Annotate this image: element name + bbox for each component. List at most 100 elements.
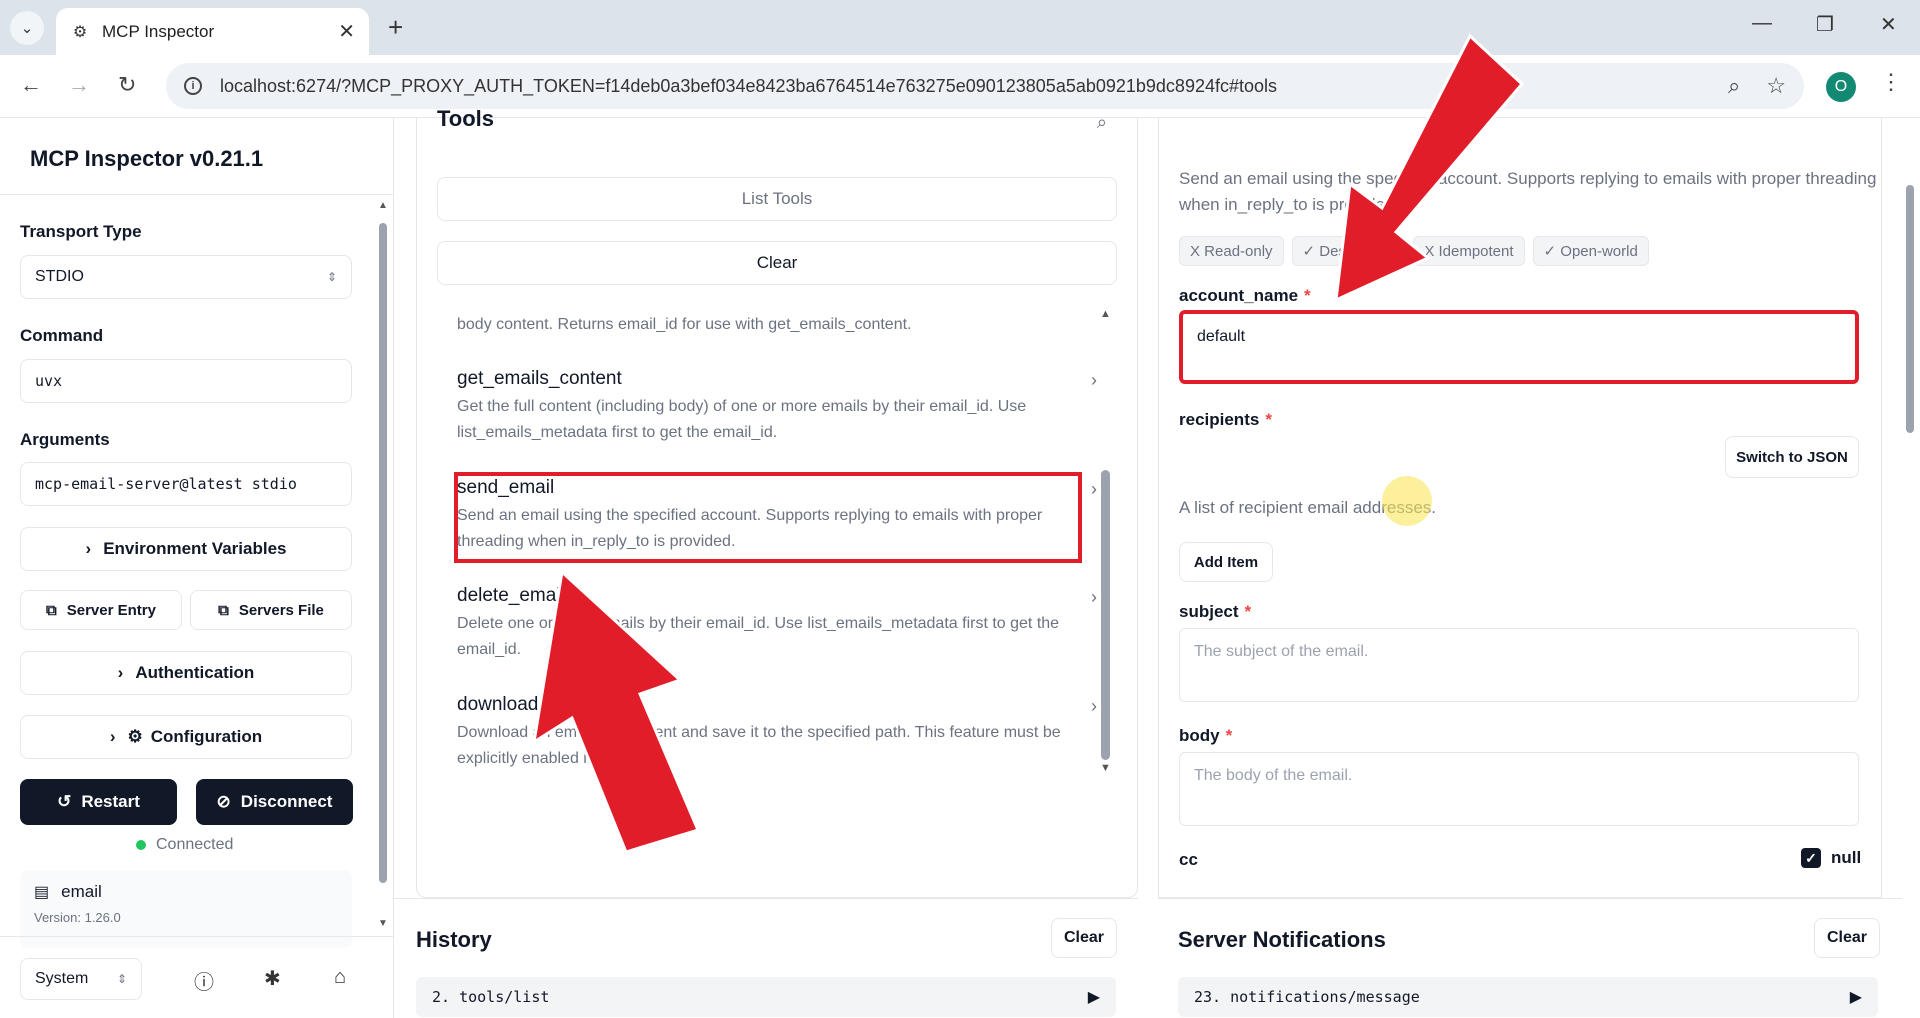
- tool-form-panel: Send an email using the specified accoun…: [1158, 118, 1882, 898]
- cc-label: cc: [1179, 850, 1198, 869]
- browser-tab[interactable]: ⚙ MCP Inspector ✕: [56, 8, 369, 55]
- back-icon[interactable]: ←: [20, 72, 42, 98]
- restart-button[interactable]: ↺ Restart: [20, 779, 177, 825]
- new-tab-icon[interactable]: +: [388, 12, 403, 43]
- notification-row[interactable]: 23. notifications/message ▶: [1178, 977, 1878, 1017]
- transport-type-select[interactable]: STDIO ⇕: [20, 255, 352, 299]
- tool-desc: Get the full content (including body) of…: [457, 398, 1027, 441]
- list-tools-button[interactable]: List Tools: [437, 177, 1117, 221]
- account-name-label: account_name *: [1179, 286, 1311, 305]
- notification-row-text: 23. notifications/message: [1194, 988, 1420, 1006]
- sidebar-divider: [0, 194, 394, 195]
- minimize-icon[interactable]: —: [1752, 12, 1772, 35]
- forward-icon[interactable]: →: [68, 72, 90, 98]
- scroll-up-icon[interactable]: ▲: [1100, 308, 1111, 320]
- github-icon[interactable]: ⌂: [334, 966, 346, 989]
- browser-tabbar: ⌄ ⚙ MCP Inspector ✕ + — ❐ ✕: [0, 0, 1920, 55]
- cc-null-checkbox[interactable]: ✓ null: [1801, 848, 1861, 868]
- window-close-icon[interactable]: ✕: [1880, 12, 1897, 37]
- transport-type-value: STDIO: [35, 268, 84, 285]
- tool-name: get_emails_content: [457, 368, 622, 389]
- copy-icon: ⧉: [218, 601, 229, 619]
- mcp-favicon-icon: ⚙: [72, 23, 88, 41]
- sidebar-bottom-divider: [0, 936, 394, 937]
- server-entry-button[interactable]: ⧉ Server Entry: [20, 590, 182, 630]
- sidebar-scrollbar[interactable]: [379, 203, 387, 1003]
- select-chevron-icon: ⇕: [326, 270, 337, 284]
- copy-icon: ⧉: [46, 601, 57, 619]
- profile-avatar[interactable]: O: [1826, 72, 1856, 102]
- authentication-label: Authentication: [135, 663, 255, 682]
- history-clear-button[interactable]: Clear: [1051, 918, 1117, 958]
- tool-item-download-attachment[interactable]: download_attachment Download an email at…: [457, 694, 1097, 772]
- chevron-right-icon: ›: [85, 539, 92, 558]
- subject-textarea[interactable]: The subject of the email.: [1179, 628, 1859, 702]
- chevron-right-icon: ›: [109, 727, 116, 746]
- bug-icon[interactable]: ✱: [264, 966, 281, 991]
- bookmark-star-icon[interactable]: ☆: [1766, 73, 1786, 99]
- reload-icon[interactable]: ↻: [118, 72, 136, 98]
- play-icon[interactable]: ▶: [1088, 987, 1100, 1007]
- badge-idempotent: X Idempotent: [1413, 236, 1525, 266]
- tools-scrollbar[interactable]: [1101, 470, 1110, 760]
- zoom-icon[interactable]: ⌕: [1728, 73, 1740, 99]
- chevron-right-icon: ›: [1091, 479, 1097, 499]
- tool-description: Send an email using the specified accoun…: [1179, 169, 1877, 214]
- server-entry-label: Server Entry: [66, 601, 156, 619]
- command-input[interactable]: uvx: [20, 359, 352, 403]
- chevron-right-icon: ›: [117, 663, 124, 682]
- transport-type-label: Transport Type: [20, 222, 142, 241]
- history-title: History: [416, 927, 492, 952]
- theme-select[interactable]: System ⇕: [20, 958, 142, 1000]
- help-icon[interactable]: ⓘ: [194, 966, 214, 995]
- tool-name: download_attachment: [457, 694, 643, 715]
- scroll-down-icon[interactable]: ▼: [1100, 762, 1111, 774]
- chevron-right-icon: ›: [1091, 696, 1097, 716]
- restore-icon[interactable]: ❐: [1816, 12, 1834, 37]
- body-textarea[interactable]: The body of the email.: [1179, 752, 1859, 826]
- play-icon[interactable]: ▶: [1850, 987, 1862, 1007]
- connection-status: Connected: [136, 836, 233, 854]
- environment-variables-toggle[interactable]: › Environment Variables: [20, 527, 352, 571]
- tool-item-get-emails-content[interactable]: get_emails_content Get the full content …: [457, 368, 1097, 446]
- add-item-button[interactable]: Add Item: [1179, 542, 1273, 582]
- server-version: Version: 1.26.0: [34, 910, 121, 925]
- url-omnibox[interactable]: i localhost:6274/?MCP_PROXY_AUTH_TOKEN=f…: [166, 63, 1804, 109]
- account-name-input[interactable]: default: [1179, 310, 1859, 384]
- tool-name: delete_emails: [457, 585, 575, 606]
- clear-tools-button[interactable]: Clear: [437, 241, 1117, 285]
- servers-file-button[interactable]: ⧉ Servers File: [190, 590, 352, 630]
- app-title: MCP Inspector v0.21.1: [30, 146, 264, 171]
- browser-menu-icon[interactable]: ⋮: [1880, 69, 1902, 95]
- status-dot: [136, 840, 146, 850]
- unplug-icon: ⊘: [216, 792, 231, 811]
- scroll-down-icon[interactable]: ▼: [378, 918, 388, 929]
- arguments-label: Arguments: [20, 430, 110, 449]
- tab-search-chevron-icon[interactable]: ⌄: [10, 11, 44, 45]
- site-info-icon[interactable]: i: [184, 77, 202, 95]
- tool-desc: Delete one or more emails by their email…: [457, 615, 1060, 658]
- authentication-toggle[interactable]: › Authentication: [20, 651, 352, 695]
- url-text[interactable]: localhost:6274/?MCP_PROXY_AUTH_TOKEN=f14…: [220, 76, 1702, 97]
- gear-icon: ⚙: [127, 727, 143, 746]
- notifications-title: Server Notifications: [1178, 927, 1386, 952]
- body-label: body *: [1179, 726, 1233, 745]
- switch-to-json-button[interactable]: Switch to JSON: [1725, 436, 1859, 478]
- tool-item-truncated[interactable]: body content. Returns email_id for use w…: [457, 308, 1077, 338]
- recipients-label: recipients *: [1179, 410, 1272, 429]
- server-name: email: [61, 882, 102, 901]
- command-label: Command: [20, 326, 104, 345]
- tab-close-icon[interactable]: ✕: [338, 19, 355, 44]
- notifications-clear-button[interactable]: Clear: [1814, 918, 1880, 958]
- configuration-toggle[interactable]: › ⚙ Configuration: [20, 715, 352, 759]
- disconnect-button[interactable]: ⊘ Disconnect: [196, 779, 353, 825]
- arguments-input[interactable]: mcp-email-server@latest stdio: [20, 462, 352, 506]
- form-scrollbar[interactable]: [1906, 185, 1914, 433]
- tool-item-delete-emails[interactable]: delete_emails Delete one or more emails …: [457, 585, 1097, 663]
- search-icon[interactable]: ⌕: [1097, 112, 1107, 133]
- history-row[interactable]: 2. tools/list ▶: [416, 977, 1116, 1017]
- configuration-label: Configuration: [150, 727, 263, 746]
- badge-read-only: X Read-only: [1179, 236, 1284, 266]
- tools-heading: Tools: [437, 106, 495, 131]
- cursor-highlight: [1382, 476, 1432, 526]
